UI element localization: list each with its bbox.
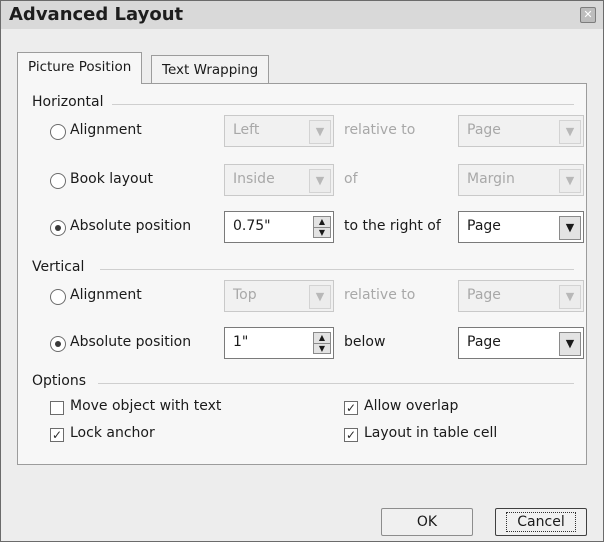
horizontal-divider: [112, 104, 574, 105]
horizontal-alignment-radio[interactable]: [50, 124, 66, 140]
chevron-down-icon: ▼: [559, 169, 581, 193]
spin-down-icon[interactable]: ▼: [314, 343, 330, 354]
horizontal-alignment-select[interactable]: Left ▼: [224, 115, 334, 147]
vertical-absolute-spinner[interactable]: 1" ▲ ▼: [224, 327, 334, 359]
lock-anchor-checkbox[interactable]: ✓: [50, 428, 64, 442]
vertical-absolute-label: Absolute position: [70, 334, 192, 350]
tab-picture-position[interactable]: Picture Position: [17, 52, 143, 84]
vertical-alignment-value: Top: [233, 287, 257, 303]
checkmark-icon: ✓: [51, 428, 63, 442]
book-layout-value: Inside: [233, 171, 275, 187]
vertical-alignment-relative-select[interactable]: Page ▼: [458, 280, 584, 312]
horizontal-alignment-relative-text: relative to: [344, 122, 416, 138]
spin-down-icon[interactable]: ▼: [314, 227, 330, 238]
close-icon[interactable]: ✕: [580, 7, 596, 23]
title-bar[interactable]: Advanced Layout ✕: [1, 1, 603, 29]
horizontal-absolute-relative-select[interactable]: Page ▼: [458, 211, 584, 243]
ok-button[interactable]: OK: [381, 508, 473, 536]
vertical-absolute-relative-text: below: [344, 334, 386, 350]
book-layout-label: Book layout: [70, 171, 153, 187]
horizontal-alignment-relative-value: Page: [467, 122, 501, 138]
vertical-alignment-radio[interactable]: [50, 289, 66, 305]
allow-overlap-checkbox[interactable]: ✓: [344, 401, 358, 415]
vertical-group-label: Vertical: [32, 259, 85, 275]
vertical-absolute-value: 1": [233, 334, 249, 350]
spinner-buttons: ▲ ▼: [313, 332, 331, 354]
book-layout-relative-select[interactable]: Margin ▼: [458, 164, 584, 196]
cancel-button-label: Cancel: [506, 512, 576, 532]
checkmark-icon: ✓: [345, 428, 357, 442]
layout-in-cell-checkbox[interactable]: ✓: [344, 428, 358, 442]
chevron-down-icon: ▼: [559, 285, 581, 309]
vertical-alignment-label: Alignment: [70, 287, 142, 303]
horizontal-absolute-label: Absolute position: [70, 218, 192, 234]
move-with-text-checkbox[interactable]: [50, 401, 64, 415]
spin-up-icon[interactable]: ▲: [314, 217, 330, 227]
book-layout-relative-text: of: [344, 171, 358, 187]
options-divider: [98, 383, 574, 384]
checkmark-icon: ✓: [345, 401, 357, 415]
chevron-down-icon[interactable]: ▼: [559, 216, 581, 240]
tab-text-wrapping[interactable]: Text Wrapping: [151, 55, 270, 84]
horizontal-alignment-label: Alignment: [70, 122, 142, 138]
dialog-title: Advanced Layout: [9, 4, 184, 25]
vertical-absolute-relative-select[interactable]: Page ▼: [458, 327, 584, 359]
advanced-layout-dialog: Advanced Layout ✕ Picture Position Text …: [0, 0, 604, 542]
vertical-absolute-radio[interactable]: [50, 336, 66, 352]
vertical-alignment-relative-text: relative to: [344, 287, 416, 303]
horizontal-absolute-relative-text: to the right of: [344, 218, 441, 234]
ok-button-label: OK: [416, 514, 438, 530]
options-group-label: Options: [32, 373, 87, 389]
cancel-button[interactable]: Cancel: [495, 508, 587, 536]
chevron-down-icon[interactable]: ▼: [559, 332, 581, 356]
vertical-alignment-relative-value: Page: [467, 287, 501, 303]
horizontal-absolute-relative-value: Page: [467, 218, 501, 234]
horizontal-absolute-spinner[interactable]: 0.75" ▲ ▼: [224, 211, 334, 243]
chevron-down-icon: ▼: [309, 120, 331, 144]
chevron-down-icon: ▼: [559, 120, 581, 144]
book-layout-relative-value: Margin: [467, 171, 515, 187]
picture-position-panel: Horizontal Alignment Left ▼ relative to …: [17, 83, 587, 465]
lock-anchor-label: Lock anchor: [70, 425, 155, 441]
horizontal-alignment-value: Left: [233, 122, 260, 138]
chevron-down-icon: ▼: [309, 285, 331, 309]
chevron-down-icon: ▼: [309, 169, 331, 193]
vertical-absolute-relative-value: Page: [467, 334, 501, 350]
book-layout-select[interactable]: Inside ▼: [224, 164, 334, 196]
allow-overlap-label: Allow overlap: [364, 398, 459, 414]
horizontal-absolute-value: 0.75": [233, 218, 271, 234]
spin-up-icon[interactable]: ▲: [314, 333, 330, 343]
horizontal-group-label: Horizontal: [32, 94, 104, 110]
spinner-buttons: ▲ ▼: [313, 216, 331, 238]
horizontal-absolute-radio[interactable]: [50, 220, 66, 236]
horizontal-alignment-relative-select[interactable]: Page ▼: [458, 115, 584, 147]
layout-in-cell-label: Layout in table cell: [364, 425, 498, 441]
vertical-divider: [100, 269, 574, 270]
move-with-text-label: Move object with text: [70, 398, 222, 414]
vertical-alignment-select[interactable]: Top ▼: [224, 280, 334, 312]
book-layout-radio[interactable]: [50, 173, 66, 189]
